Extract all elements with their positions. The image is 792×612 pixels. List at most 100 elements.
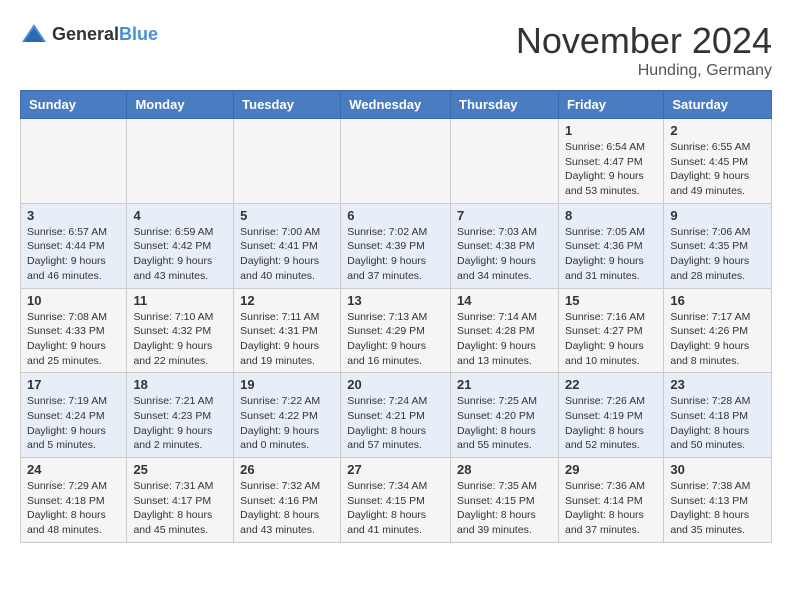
calendar-cell: 22 Sunrise: 7:26 AMSunset: 4:19 PMDayligh… [558, 373, 663, 458]
calendar-cell: 4Sunrise: 6:59 AMSunset: 4:42 PMDaylight… [127, 203, 234, 288]
calendar-cell: 26 Sunrise: 7:32 AMSunset: 4:16 PMDayligh… [234, 458, 341, 543]
day-info: Sunrise: 7:13 AMSunset: 4:29 PMDaylight:… [347, 310, 444, 369]
calendar-cell: 30 Sunrise: 7:38 AMSunset: 4:13 PMDayligh… [664, 458, 772, 543]
calendar-cell: 25 Sunrise: 7:31 AMSunset: 4:17 PMDayligh… [127, 458, 234, 543]
calendar-cell: 15 Sunrise: 7:16 AMSunset: 4:27 PMDayligh… [558, 288, 663, 373]
day-number: 9 [670, 208, 765, 223]
calendar-cell [127, 119, 234, 204]
day-number: 3 [27, 208, 120, 223]
month-title: November 2024 [516, 20, 772, 62]
day-info: Sunrise: 6:54 AMSunset: 4:47 PMDaylight:… [565, 140, 657, 199]
day-info: Sunrise: 6:57 AMSunset: 4:44 PMDaylight:… [27, 225, 120, 284]
day-info: Sunrise: 7:00 AMSunset: 4:41 PMDaylight:… [240, 225, 334, 284]
day-info: Sunrise: 7:31 AMSunset: 4:17 PMDaylight:… [133, 479, 227, 538]
day-number: 7 [457, 208, 552, 223]
day-number: 13 [347, 293, 444, 308]
weekday-header-wednesday: Wednesday [341, 91, 451, 119]
calendar-cell: 9 Sunrise: 7:06 AMSunset: 4:35 PMDaylight… [664, 203, 772, 288]
location-title: Hunding, Germany [516, 62, 772, 80]
day-info: Sunrise: 7:14 AMSunset: 4:28 PMDaylight:… [457, 310, 552, 369]
logo-icon [20, 20, 48, 48]
calendar-cell: 28 Sunrise: 7:35 AMSunset: 4:15 PMDayligh… [451, 458, 559, 543]
day-number: 8 [565, 208, 657, 223]
calendar-cell: 17Sunrise: 7:19 AMSunset: 4:24 PMDayligh… [21, 373, 127, 458]
day-number: 25 [133, 462, 227, 477]
day-number: 30 [670, 462, 765, 477]
day-info: Sunrise: 6:55 AMSunset: 4:45 PMDaylight:… [670, 140, 765, 199]
calendar-cell [21, 119, 127, 204]
calendar-cell: 7 Sunrise: 7:03 AMSunset: 4:38 PMDaylight… [451, 203, 559, 288]
weekday-header-friday: Friday [558, 91, 663, 119]
day-number: 20 [347, 377, 444, 392]
day-info: Sunrise: 7:21 AMSunset: 4:23 PMDaylight:… [133, 394, 227, 453]
weekday-header-thursday: Thursday [451, 91, 559, 119]
day-number: 12 [240, 293, 334, 308]
calendar-cell: 20 Sunrise: 7:24 AMSunset: 4:21 PMDayligh… [341, 373, 451, 458]
title-area: November 2024 Hunding, Germany [516, 20, 772, 80]
day-info: Sunrise: 7:28 AMSunset: 4:18 PMDaylight:… [670, 394, 765, 453]
day-number: 2 [670, 123, 765, 138]
weekday-header-monday: Monday [127, 91, 234, 119]
weekday-header-tuesday: Tuesday [234, 91, 341, 119]
day-info: Sunrise: 7:26 AMSunset: 4:19 PMDaylight:… [565, 394, 657, 453]
day-info: Sunrise: 7:35 AMSunset: 4:15 PMDaylight:… [457, 479, 552, 538]
calendar-cell: 13 Sunrise: 7:13 AMSunset: 4:29 PMDayligh… [341, 288, 451, 373]
day-info: Sunrise: 6:59 AMSunset: 4:42 PMDaylight:… [133, 225, 227, 284]
calendar-cell: 18 Sunrise: 7:21 AMSunset: 4:23 PMDayligh… [127, 373, 234, 458]
day-info: Sunrise: 7:36 AMSunset: 4:14 PMDaylight:… [565, 479, 657, 538]
calendar-cell [341, 119, 451, 204]
calendar-cell: 11Sunrise: 7:10 AMSunset: 4:32 PMDayligh… [127, 288, 234, 373]
day-info: Sunrise: 7:08 AMSunset: 4:33 PMDaylight:… [27, 310, 120, 369]
calendar-week-row: 17Sunrise: 7:19 AMSunset: 4:24 PMDayligh… [21, 373, 772, 458]
day-number: 19 [240, 377, 334, 392]
day-info: Sunrise: 7:24 AMSunset: 4:21 PMDaylight:… [347, 394, 444, 453]
day-number: 1 [565, 123, 657, 138]
calendar-cell: 19Sunrise: 7:22 AMSunset: 4:22 PMDayligh… [234, 373, 341, 458]
day-info: Sunrise: 7:03 AMSunset: 4:38 PMDaylight:… [457, 225, 552, 284]
day-info: Sunrise: 7:32 AMSunset: 4:16 PMDaylight:… [240, 479, 334, 538]
logo-general: General [52, 24, 119, 44]
day-number: 6 [347, 208, 444, 223]
day-number: 11 [133, 293, 227, 308]
day-info: Sunrise: 7:06 AMSunset: 4:35 PMDaylight:… [670, 225, 765, 284]
calendar-cell: 14 Sunrise: 7:14 AMSunset: 4:28 PMDayligh… [451, 288, 559, 373]
calendar-cell: 10 Sunrise: 7:08 AMSunset: 4:33 PMDayligh… [21, 288, 127, 373]
calendar-cell: 24Sunrise: 7:29 AMSunset: 4:18 PMDayligh… [21, 458, 127, 543]
weekday-header-sunday: Sunday [21, 91, 127, 119]
day-number: 21 [457, 377, 552, 392]
calendar-week-row: 24Sunrise: 7:29 AMSunset: 4:18 PMDayligh… [21, 458, 772, 543]
calendar-cell: 23Sunrise: 7:28 AMSunset: 4:18 PMDayligh… [664, 373, 772, 458]
day-number: 22 [565, 377, 657, 392]
day-number: 17 [27, 377, 120, 392]
day-number: 28 [457, 462, 552, 477]
logo-blue: Blue [119, 24, 158, 44]
day-number: 26 [240, 462, 334, 477]
calendar-week-row: 1 Sunrise: 6:54 AMSunset: 4:47 PMDaylight… [21, 119, 772, 204]
header: GeneralBlue November 2024 Hunding, Germa… [20, 20, 772, 80]
weekday-header-saturday: Saturday [664, 91, 772, 119]
calendar-cell: 29Sunrise: 7:36 AMSunset: 4:14 PMDayligh… [558, 458, 663, 543]
calendar-cell: 6 Sunrise: 7:02 AMSunset: 4:39 PMDaylight… [341, 203, 451, 288]
day-info: Sunrise: 7:38 AMSunset: 4:13 PMDaylight:… [670, 479, 765, 538]
calendar-cell: 3 Sunrise: 6:57 AMSunset: 4:44 PMDaylight… [21, 203, 127, 288]
calendar-cell: 8Sunrise: 7:05 AMSunset: 4:36 PMDaylight… [558, 203, 663, 288]
day-number: 18 [133, 377, 227, 392]
weekday-header-row: SundayMondayTuesdayWednesdayThursdayFrid… [21, 91, 772, 119]
calendar-cell [451, 119, 559, 204]
calendar-week-row: 3 Sunrise: 6:57 AMSunset: 4:44 PMDaylight… [21, 203, 772, 288]
calendar-table: SundayMondayTuesdayWednesdayThursdayFrid… [20, 90, 772, 543]
day-number: 14 [457, 293, 552, 308]
day-number: 27 [347, 462, 444, 477]
calendar-cell: 16Sunrise: 7:17 AMSunset: 4:26 PMDayligh… [664, 288, 772, 373]
day-info: Sunrise: 7:16 AMSunset: 4:27 PMDaylight:… [565, 310, 657, 369]
calendar-cell: 2 Sunrise: 6:55 AMSunset: 4:45 PMDaylight… [664, 119, 772, 204]
day-number: 15 [565, 293, 657, 308]
calendar-cell: 12Sunrise: 7:11 AMSunset: 4:31 PMDayligh… [234, 288, 341, 373]
calendar-cell: 1 Sunrise: 6:54 AMSunset: 4:47 PMDaylight… [558, 119, 663, 204]
day-info: Sunrise: 7:17 AMSunset: 4:26 PMDaylight:… [670, 310, 765, 369]
calendar-cell [234, 119, 341, 204]
day-info: Sunrise: 7:02 AMSunset: 4:39 PMDaylight:… [347, 225, 444, 284]
logo-text: GeneralBlue [52, 24, 158, 45]
logo: GeneralBlue [20, 20, 158, 48]
day-number: 10 [27, 293, 120, 308]
